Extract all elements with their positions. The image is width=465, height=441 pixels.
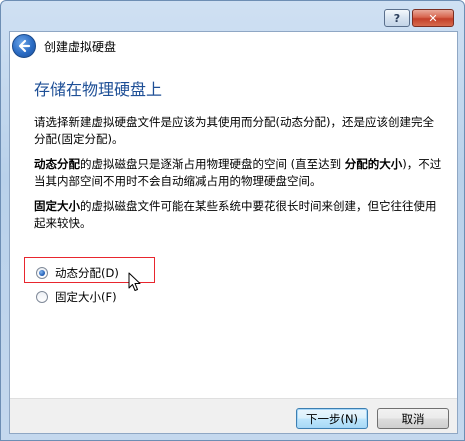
wizard-content: 创建虚拟硬盘 存储在物理硬盘上 请选择新建虚拟硬盘文件是应该为其使用而分配(动态… xyxy=(9,31,458,434)
dialog-window: ? ✕ 创建虚拟硬盘 存储在物理硬盘上 请选择新建虚拟硬盘文件是应该为其使用而分… xyxy=(0,0,465,441)
dynamic-description: 动态分配的虚拟磁盘只是逐渐占用物理硬盘的空间 (直至达到 分配的大小)，不过当其… xyxy=(34,156,444,190)
radio-fixed-option[interactable]: 固定大小(F) xyxy=(36,289,117,305)
radio-dynamic-option[interactable]: 动态分配(D) xyxy=(36,265,119,281)
radio-dynamic[interactable] xyxy=(36,267,48,279)
intro-text: 请选择新建虚拟硬盘文件是应该为其使用而分配(动态分配)，还是应该创建完全分配(固… xyxy=(34,115,434,146)
fixed-term: 固定大小 xyxy=(34,199,80,213)
help-button[interactable]: ? xyxy=(384,9,410,27)
back-button[interactable] xyxy=(12,34,36,58)
cancel-button[interactable]: 取消 xyxy=(377,408,449,429)
radio-dynamic-label[interactable]: 动态分配(D) xyxy=(55,265,119,281)
dynamic-term: 动态分配 xyxy=(34,157,80,171)
wizard-title: 创建虚拟硬盘 xyxy=(44,40,117,54)
radio-selected-dot xyxy=(39,270,45,276)
wizard-header: 创建虚拟硬盘 xyxy=(10,32,457,60)
dynamic-term-size: 分配的大小 xyxy=(344,157,403,171)
fixed-description: 固定大小的虚拟磁盘文件可能在某些系统中要花很长时间来创建，但它往往使用起来较快。 xyxy=(34,198,444,232)
page-heading: 存储在物理硬盘上 xyxy=(34,80,163,99)
button-bar: 下一步(N) 取消 xyxy=(10,398,457,433)
mouse-pointer-icon xyxy=(128,272,141,291)
radio-fixed-label[interactable]: 固定大小(F) xyxy=(55,289,117,305)
dynamic-desc-part-a: 的虚拟磁盘只是逐渐占用物理硬盘的空间 (直至达到 xyxy=(80,157,345,171)
next-button[interactable]: 下一步(N) xyxy=(296,408,368,429)
title-bar-controls: ? ✕ xyxy=(384,9,454,27)
back-arrow-icon xyxy=(18,39,31,53)
close-button[interactable]: ✕ xyxy=(412,9,454,27)
radio-fixed[interactable] xyxy=(36,291,48,303)
fixed-desc: 的虚拟磁盘文件可能在某些系统中要花很长时间来创建，但它往往使用起来较快。 xyxy=(34,199,437,230)
